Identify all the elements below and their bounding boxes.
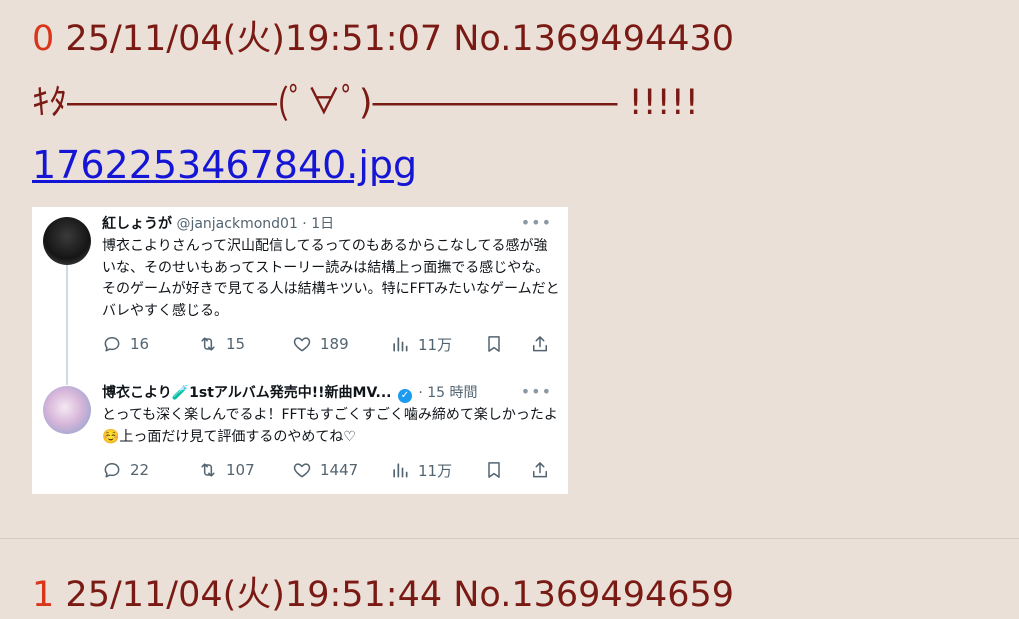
view-count: 11万 [390,332,452,356]
handle-and-time: @janjackmond01 · 1日 [176,216,335,232]
avatar [43,386,91,434]
retweet-count-value: 15 [226,335,246,353]
share-icon [530,332,558,356]
avatar [43,217,91,265]
reply-icon [104,337,120,352]
tweet-actions: 16 15 189 11万 [102,332,554,356]
like-count: 1447 [292,458,358,482]
tweet-header: 博衣こより🧪1stアルバム発売中!!新曲MV... ✓ · 15 時間 [102,384,478,403]
post-meta: 25/11/04(火)19:51:44 No.1369494659 [65,575,735,615]
like-icon [293,463,311,478]
view-count-value: 11万 [418,461,453,480]
attachment-image[interactable]: 紅しょうが @janjackmond01 · 1日 ••• 博衣こよりさんって沢… [32,207,568,494]
reply-count-value: 16 [130,335,150,353]
reply-count: 16 [102,332,149,356]
post-header: 1 25/11/04(火)19:51:44 No.1369494659 [32,575,734,615]
post-body: ｷﾀ――――――(ﾟ∀ﾟ)――――――― !!!!! [32,83,699,123]
tweet-text: 博衣こよりさんって沢山配信してるってのもあるからこなしてる感が強いな、そのせいも… [102,238,560,319]
attachment-link[interactable]: 1762253467840.jpg [32,143,417,187]
like-count-value: 1447 [320,461,359,479]
tweet-actions: 22 107 1447 11万 [102,458,554,482]
bookmark-icon [484,332,512,356]
display-name: 博衣こより🧪1stアルバム発売中!!新曲MV... [102,385,392,401]
retweet-count: 107 [198,458,255,482]
display-name: 紅しょうが [102,216,172,232]
retweet-count-value: 107 [226,461,255,479]
post-index[interactable]: 0 [32,19,54,59]
verified-icon: ✓ [397,389,412,403]
more-icon: ••• [520,213,552,232]
post-index[interactable]: 1 [32,575,54,615]
views-icon [393,337,408,352]
view-count-value: 11万 [418,335,453,354]
views-icon [393,463,408,478]
reply-icon [104,463,120,478]
like-icon [293,337,311,352]
post-header: 0 25/11/04(火)19:51:07 No.1369494430 [32,19,734,59]
retweet-icon [201,337,215,351]
post-divider [0,538,1019,539]
reply-count: 22 [102,458,149,482]
more-icon: ••• [520,382,552,401]
share-icon [530,458,558,482]
retweet-count: 15 [198,332,245,356]
handle-and-time: · 15 時間 [418,385,478,401]
tweet-header: 紅しょうが @janjackmond01 · 1日 [102,215,334,233]
thread-line [66,265,68,385]
tweet-text: とっても深く楽しんでるよ！FFTもすごくすごく噛み締めて楽しかったよ☺️上っ面だ… [102,407,558,445]
bookmark-icon [484,458,512,482]
reply-count-value: 22 [130,461,150,479]
like-count-value: 189 [320,335,349,353]
retweet-icon [201,463,215,477]
like-count: 189 [292,332,349,356]
post-meta: 25/11/04(火)19:51:07 No.1369494430 [65,19,735,59]
view-count: 11万 [390,458,452,482]
